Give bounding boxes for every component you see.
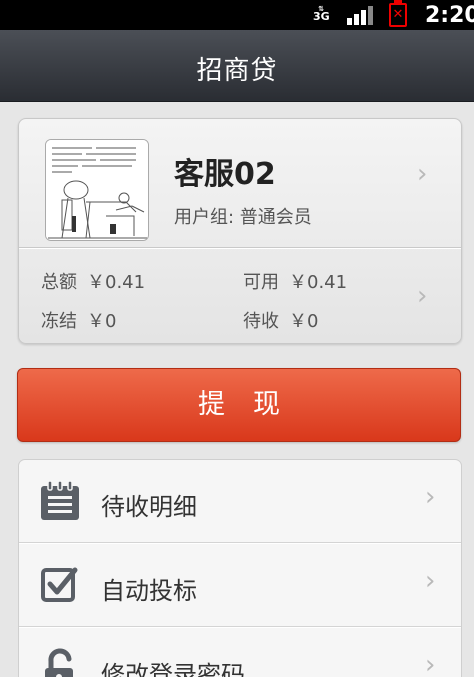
chevron-right-icon: › (425, 566, 436, 596)
avatar[interactable] (45, 139, 149, 241)
network-3g-icon: ⇅ 3G (313, 5, 330, 23)
avatar-comic-image (46, 140, 148, 240)
unlock-icon (39, 648, 81, 677)
stat-pending-value: ￥0 (289, 311, 319, 332)
chevron-right-icon: › (425, 650, 436, 677)
stat-available-value: ￥0.41 (289, 272, 348, 293)
chevron-right-icon: › (417, 281, 428, 311)
status-time: 2:20 (425, 3, 474, 28)
menu-item-auto-bid[interactable]: 自动投标 › (19, 544, 461, 626)
stat-available-label: 可用 (243, 272, 279, 293)
title-bar: 招商贷 (0, 30, 474, 102)
username: 客服02 (174, 157, 276, 192)
menu-item-label: 待收明细 (101, 493, 197, 521)
status-bar: ⇅ 3G ✕ 2:20 (0, 0, 474, 30)
menu-list: 待收明细 › 自动投标 › 修改登录密码 › (18, 459, 462, 677)
stat-total: 总额 ￥0.41 (41, 268, 145, 294)
page-title: 招商贷 (196, 56, 278, 86)
signal-strength-icon (347, 6, 375, 25)
stat-frozen: 冻结 ￥0 (41, 307, 116, 333)
stat-pending: 待收 ￥0 (243, 307, 318, 333)
stat-total-label: 总额 (41, 272, 77, 293)
chevron-right-icon: › (425, 482, 436, 512)
menu-item-label: 自动投标 (101, 577, 197, 605)
calendar-list-icon (39, 480, 81, 522)
stat-pending-label: 待收 (243, 311, 279, 332)
menu-item-label: 修改登录密码 (101, 661, 245, 677)
user-group: 用户组: 普通会员 (174, 207, 312, 228)
stat-frozen-label: 冻结 (41, 311, 77, 332)
chevron-right-icon: › (417, 159, 428, 189)
checkbox-icon (39, 564, 81, 606)
stat-total-value: ￥0.41 (87, 272, 146, 293)
account-card[interactable]: 客服02 用户组: 普通会员 › 总额 ￥0.41 可用 ￥0.41 冻结 ￥0 待收… (18, 118, 462, 344)
withdraw-button[interactable]: 提现 (17, 368, 461, 442)
stat-available: 可用 ￥0.41 (243, 268, 347, 294)
battery-alert-icon: ✕ (389, 0, 407, 27)
card-divider (19, 247, 461, 249)
menu-item-change-password[interactable]: 修改登录密码 › (19, 628, 461, 677)
stat-frozen-value: ￥0 (87, 311, 117, 332)
menu-item-pending-details[interactable]: 待收明细 › (19, 460, 461, 542)
